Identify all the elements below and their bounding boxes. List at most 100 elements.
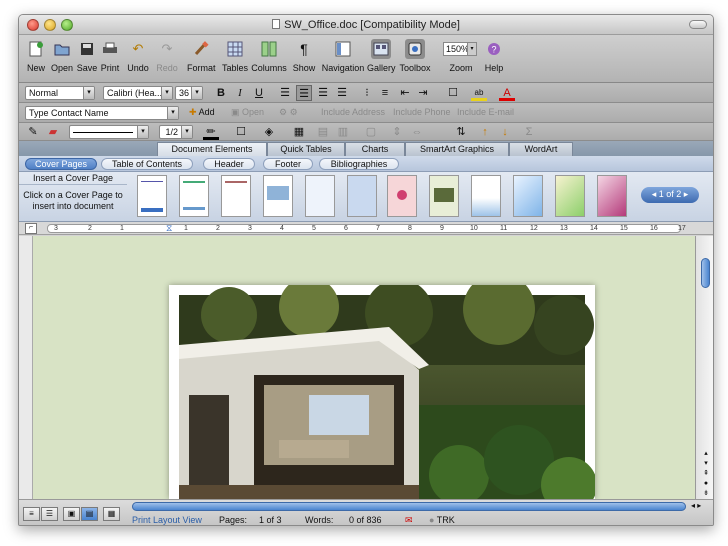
- scroll-left-icon[interactable]: ◂: [691, 501, 695, 510]
- eraser-button[interactable]: ▰: [45, 124, 61, 140]
- cover-page-thumbnail[interactable]: [305, 175, 335, 217]
- align-right-button[interactable]: ☰: [315, 85, 331, 101]
- cover-page-thumbnail[interactable]: [347, 175, 377, 217]
- text-direction-button[interactable]: ⇅: [453, 124, 469, 140]
- notebook-view-button[interactable]: ▦: [103, 507, 120, 521]
- scroll-up-icon[interactable]: ▴: [700, 449, 712, 459]
- track-changes-indicator[interactable]: ● TRK: [429, 515, 455, 525]
- tab-wordart[interactable]: WordArt: [509, 142, 573, 156]
- increase-indent-button[interactable]: ⇥: [415, 85, 431, 101]
- cover-page-thumbnail[interactable]: [263, 175, 293, 217]
- redo-button[interactable]: ↷ Redo: [155, 39, 179, 73]
- cover-page-thumbnail[interactable]: [429, 175, 459, 217]
- font-select[interactable]: Calibri (Hea... ▾: [103, 86, 173, 100]
- cover-page-thumbnail[interactable]: [513, 175, 543, 217]
- indent-marker-icon[interactable]: ⧖: [166, 223, 172, 234]
- horizontal-scrollbar[interactable]: [132, 502, 686, 511]
- tab-document-elements[interactable]: Document Elements: [157, 142, 267, 156]
- include-phone-button[interactable]: Include Phone: [393, 107, 451, 117]
- highlight-button[interactable]: ab: [471, 85, 487, 101]
- scroll-right-icon[interactable]: ▸: [697, 501, 701, 510]
- bullets-button[interactable]: ⁝: [359, 85, 375, 101]
- publishing-view-button[interactable]: ▣: [63, 507, 80, 521]
- navigation-button[interactable]: Navigation: [321, 39, 365, 73]
- borders-button[interactable]: ☐: [445, 85, 461, 101]
- style-select[interactable]: Normal ▾: [25, 86, 95, 100]
- cover-page-thumbnail[interactable]: [221, 175, 251, 217]
- columns-button[interactable]: Columns: [251, 39, 287, 73]
- zoom-control[interactable]: 150% ▾ Zoom: [443, 39, 479, 73]
- cover-page-thumbnail[interactable]: [137, 175, 167, 217]
- group-cover-pages[interactable]: Cover Pages: [25, 158, 97, 170]
- scroll-down-icon[interactable]: ▾: [700, 459, 712, 469]
- tab-charts[interactable]: Charts: [345, 142, 405, 156]
- draw-tool-button[interactable]: ✎: [25, 124, 41, 140]
- line-weight-select[interactable]: 1/2 ▾: [159, 125, 193, 139]
- group-bibliographies[interactable]: Bibliographies: [319, 158, 399, 170]
- add-contact-button[interactable]: ✚ Add: [189, 107, 215, 118]
- tab-stop-icon[interactable]: ⌐: [25, 223, 37, 234]
- spelling-check-icon[interactable]: ✉: [405, 515, 413, 525]
- help-button[interactable]: ? Help: [483, 39, 505, 73]
- sort-ascending-button[interactable]: ↑: [477, 124, 493, 140]
- save-button[interactable]: Save: [76, 39, 98, 73]
- group-header[interactable]: Header: [203, 158, 255, 170]
- shading-button[interactable]: ◈: [261, 124, 277, 140]
- undo-button[interactable]: ↶ Undo: [125, 39, 151, 73]
- horizontal-ruler[interactable]: ⌐ 3 2 1 1 2 3 4 5 6 7 8 9 10 11 12 13 14…: [19, 222, 713, 235]
- print-layout-view-button[interactable]: ▤: [81, 507, 98, 521]
- tab-smartart-graphics[interactable]: SmartArt Graphics: [405, 142, 509, 156]
- border-button[interactable]: ☐: [233, 124, 249, 140]
- previous-page-icon[interactable]: ⇞: [700, 469, 712, 479]
- group-footer[interactable]: Footer: [263, 158, 313, 170]
- browse-object-icon[interactable]: ●: [700, 479, 712, 489]
- outdent-icon: ⇤: [400, 87, 410, 99]
- group-table-of-contents[interactable]: Table of Contents: [101, 158, 193, 170]
- tables-button[interactable]: Tables: [222, 39, 248, 73]
- open-contact-button[interactable]: ▣ Open: [231, 107, 264, 118]
- document-page[interactable]: [169, 273, 597, 513]
- draft-view-button[interactable]: ≡: [23, 507, 40, 521]
- pen-color-button[interactable]: ✏: [203, 124, 219, 140]
- tab-quick-tables[interactable]: Quick Tables: [267, 142, 345, 156]
- previous-page-icon[interactable]: ◂: [652, 189, 657, 199]
- next-page-icon[interactable]: ⇟: [700, 489, 712, 499]
- decrease-indent-button[interactable]: ⇤: [397, 85, 413, 101]
- justify-button[interactable]: ☰: [334, 85, 350, 101]
- insert-table-button[interactable]: ▦: [291, 124, 307, 140]
- font-color-button[interactable]: A: [499, 85, 515, 101]
- next-page-icon[interactable]: ▸: [684, 189, 689, 199]
- cover-page-thumbnail[interactable]: [597, 175, 627, 217]
- toolbar-toggle-button[interactable]: [689, 20, 707, 29]
- new-button[interactable]: New: [25, 39, 47, 73]
- format-button[interactable]: Format: [187, 39, 216, 73]
- show-button[interactable]: ¶ Show: [291, 39, 317, 73]
- vertical-scrollbar[interactable]: ▴ ▾ ⇞ ● ⇟: [695, 236, 713, 499]
- distribute-columns-icon: ⇔: [411, 126, 423, 138]
- include-email-button[interactable]: Include E-mail: [457, 107, 514, 117]
- cover-page-thumbnail[interactable]: [471, 175, 501, 217]
- gallery-button[interactable]: Gallery: [367, 39, 396, 73]
- include-address-button[interactable]: Include Address: [321, 107, 385, 117]
- line-style-select[interactable]: ▾: [69, 125, 149, 139]
- print-button[interactable]: Print: [99, 39, 121, 73]
- vertical-scroll-thumb[interactable]: [701, 258, 710, 288]
- toolbox-button[interactable]: Toolbox: [399, 39, 431, 73]
- align-left-button[interactable]: ☰: [277, 85, 293, 101]
- outline-view-button[interactable]: ☰: [41, 507, 58, 521]
- font-size-select[interactable]: 36 ▾: [175, 86, 203, 100]
- cover-page-thumbnail[interactable]: [555, 175, 585, 217]
- underline-button[interactable]: U: [251, 85, 267, 101]
- zoom-select[interactable]: 150% ▾: [443, 42, 477, 56]
- cover-page-thumbnail[interactable]: [387, 175, 417, 217]
- add-contact-icon: ✚: [189, 107, 197, 117]
- open-button[interactable]: Open: [50, 39, 74, 73]
- contact-name-input[interactable]: Type Contact Name ▾: [25, 106, 179, 120]
- gallery-pager[interactable]: ◂ 1 of 2 ▸: [641, 187, 699, 203]
- cover-page-thumbnail[interactable]: [179, 175, 209, 217]
- sort-descending-button[interactable]: ↓: [497, 124, 513, 140]
- numbering-button[interactable]: ≡: [377, 85, 393, 101]
- italic-button[interactable]: I: [232, 85, 248, 101]
- bold-button[interactable]: B: [213, 85, 229, 101]
- align-center-button[interactable]: ☰: [296, 85, 312, 101]
